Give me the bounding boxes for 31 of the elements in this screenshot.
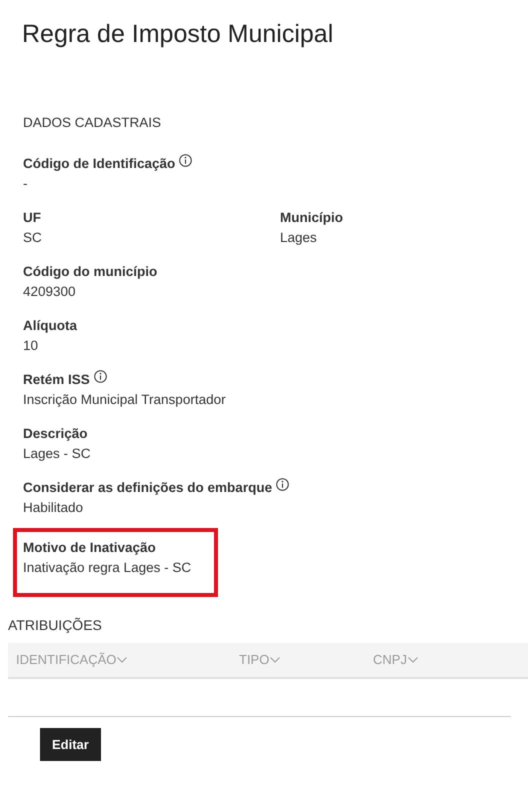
- field-value: Lages - SC: [23, 446, 92, 461]
- column-header[interactable]: IDENTIFICAÇÃO: [16, 652, 128, 667]
- chevron-down-icon: [270, 656, 280, 662]
- field-value: 10: [23, 338, 40, 353]
- field-label: Código de Identificação: [23, 156, 176, 170]
- field-label: Considerar as definições do embarque: [23, 480, 272, 494]
- field-value: Lages: [280, 230, 318, 245]
- field-value: Inativação regra Lages - SC: [23, 560, 192, 575]
- field-value: 4209300: [23, 284, 77, 299]
- field-value: -: [23, 176, 28, 191]
- chevron-down-icon: [408, 656, 418, 662]
- field-label: Descrição: [23, 426, 88, 440]
- info-icon[interactable]: [94, 370, 107, 383]
- column-header[interactable]: CNPJ: [373, 652, 418, 667]
- section-heading: DADOS CADASTRAIS: [23, 115, 162, 130]
- field-value: Inscrição Municipal Transportador: [23, 392, 227, 407]
- info-icon[interactable]: [276, 478, 290, 491]
- field-label: Motivo de Inativação: [23, 540, 156, 554]
- field-label: Município: [280, 210, 343, 224]
- field-label: Código do município: [23, 264, 158, 278]
- field-label: UF: [23, 210, 41, 224]
- field-label: Retém ISS: [23, 372, 90, 386]
- section-heading: ATRIBUIÇÕES: [8, 617, 103, 633]
- field-label: Alíquota: [23, 318, 77, 332]
- field-value: SC: [23, 230, 43, 245]
- edit-button[interactable]: Editar: [40, 728, 101, 761]
- chevron-down-icon: [117, 656, 128, 662]
- field-value: Habilitado: [23, 500, 84, 515]
- info-icon[interactable]: [179, 154, 192, 167]
- column-header[interactable]: TIPO: [239, 652, 280, 667]
- page-title: Regra de Imposto Municipal: [21, 19, 334, 49]
